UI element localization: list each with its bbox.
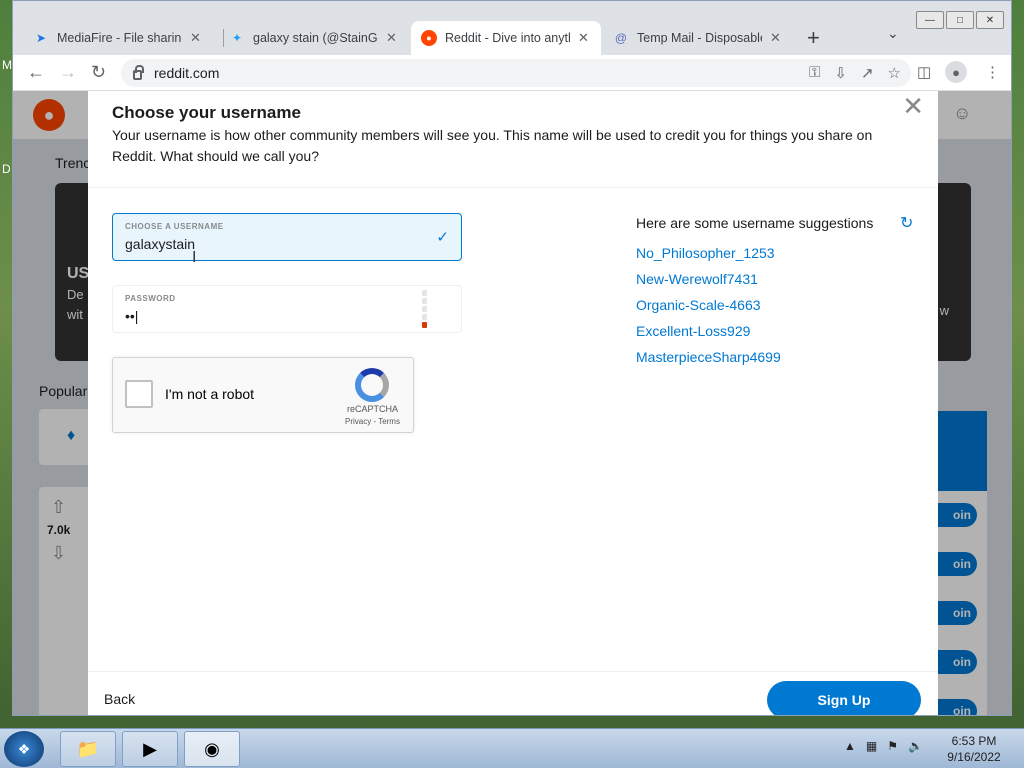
username-suggestion[interactable]: New-Werewolf7431 [636,271,758,287]
clock[interactable]: 6:53 PM 9/16/2022 [944,733,1004,765]
signup-modal: Choose your username Your username is ho… [88,91,938,715]
tab-title: MediaFire - File sharing [57,31,182,45]
tab-title: galaxy stain (@StainGala [253,31,378,45]
install-icon[interactable]: ⇩ [834,64,847,82]
lock-icon [133,65,144,80]
bookmark-star-icon[interactable]: ☆ [888,64,901,82]
volume-icon[interactable]: 🔈 [908,739,923,753]
tray-expand-icon[interactable]: ▲ [844,739,856,753]
checkmark-icon: ✓ [436,229,449,246]
password-strength-meter [422,290,427,330]
reddit-page: ● ☺ Trenc US De wit w Popular ♦ ⇧ 7.0k ⇩… [13,91,1011,715]
chrome-taskbar-icon[interactable]: ◉ [184,731,240,767]
username-suggestion[interactable]: Excellent-Loss929 [636,323,750,339]
tab-twitter[interactable]: ✦ galaxy stain (@StainGala ✕ [219,21,407,55]
reload-icon[interactable]: ↻ [91,62,106,83]
close-tab-icon[interactable]: ✕ [578,30,589,46]
password-value: ••| [125,308,139,324]
suggestions-title: Here are some username suggestions [636,215,874,231]
side-panel-icon[interactable]: ◫ [917,63,931,81]
refresh-icon[interactable]: ↻ [900,213,913,233]
window-controls: — □ ✕ [916,11,1004,29]
divider [88,187,938,188]
desktop-edge-text: D [2,162,11,176]
desktop-edge-text: M [2,58,12,72]
forward-arrow-icon[interactable]: → [59,62,77,83]
footer-divider [88,671,938,672]
browser-toolbar: ← → ↻ reddit.com ⚿ ⇩ ↗ ☆ ◫ ● ⋮ [13,55,1011,91]
close-icon[interactable]: ✕ [902,93,924,119]
modal-subtitle: Your username is how other community mem… [112,127,873,164]
new-tab-icon[interactable]: + [807,25,820,51]
captcha-label: I'm not a robot [165,386,255,402]
address-bar-actions: ⚿ ⇩ ↗ ☆ [809,64,901,82]
explorer-taskbar-icon[interactable]: 📁 [60,731,116,767]
back-arrow-icon[interactable]: ← [27,62,45,83]
recaptcha-logo-icon [355,368,389,402]
start-button[interactable]: ❖ [4,731,44,767]
clock-date: 9/16/2022 [947,750,1001,764]
clock-time: 6:53 PM [951,734,997,748]
taskbar: ❖ 📁 ▶ ◉ ▲ ▦ ⚑ 🔈 6:53 PM 9/16/2022 [0,728,1024,768]
close-tab-icon[interactable]: ✕ [190,30,201,46]
action-center-icon[interactable]: ⚑ [887,739,898,753]
maximize-icon[interactable]: □ [946,11,974,29]
twitter-icon: ✦ [231,31,243,45]
key-icon[interactable]: ⚿ [809,64,820,82]
reddit-icon: ● [421,30,437,46]
tab-strip: ➤ MediaFire - File sharing ✕ ✦ galaxy st… [13,1,1011,55]
username-label: CHOOSE A USERNAME [125,222,224,231]
mediafire-icon: ➤ [35,31,47,45]
url-text: reddit.com [154,65,220,81]
recaptcha-widget: I'm not a robot reCAPTCHA Privacy - Term… [112,357,414,433]
tab-search-chevron-icon[interactable]: ⌄ [887,25,899,42]
tab-tempmail[interactable]: @ Temp Mail - Disposable ✕ [603,21,791,55]
media-player-taskbar-icon[interactable]: ▶ [122,731,178,767]
share-icon[interactable]: ↗ [861,64,874,82]
window-close-icon[interactable]: ✕ [976,11,1004,29]
browser-window: ➤ MediaFire - File sharing ✕ ✦ galaxy st… [12,0,1012,716]
captcha-brand: reCAPTCHA [347,404,399,414]
tab-title: Temp Mail - Disposable [637,31,762,45]
username-suggestion[interactable]: Organic-Scale-4663 [636,297,761,313]
captcha-checkbox[interactable] [125,380,153,408]
minimize-icon[interactable]: — [916,11,944,29]
back-button[interactable]: Back [104,691,135,707]
close-tab-icon[interactable]: ✕ [386,30,397,46]
address-bar[interactable]: reddit.com ⚿ ⇩ ↗ ☆ [121,59,911,87]
network-icon[interactable]: ▦ [866,739,877,753]
username-value: galaxystain [125,236,196,252]
profile-icon: ● [945,61,967,83]
system-tray: ▲ ▦ ⚑ 🔈 [844,739,923,753]
close-tab-icon[interactable]: ✕ [770,30,781,46]
profile-button[interactable]: ● [945,61,967,83]
tab-reddit[interactable]: ● Reddit - Dive into anyth ✕ [411,21,601,55]
password-label: PASSWORD [125,294,176,303]
tab-mediafire[interactable]: ➤ MediaFire - File sharing ✕ [23,21,211,55]
tempmail-icon: @ [614,31,628,45]
username-suggestion[interactable]: No_Philosopher_1253 [636,245,775,261]
password-field[interactable]: PASSWORD ••| [112,285,462,333]
username-field[interactable]: CHOOSE A USERNAME galaxystain ✓ [112,213,462,261]
username-suggestion[interactable]: MasterpieceSharp4699 [636,349,781,365]
captcha-links[interactable]: Privacy - Terms [345,417,400,426]
tab-title: Reddit - Dive into anyth [445,31,570,45]
menu-kebab-icon[interactable]: ⋮ [985,63,1000,81]
modal-title: Choose your username [112,103,301,122]
signup-button[interactable]: Sign Up [767,681,921,715]
text-cursor-icon: I [192,249,197,266]
